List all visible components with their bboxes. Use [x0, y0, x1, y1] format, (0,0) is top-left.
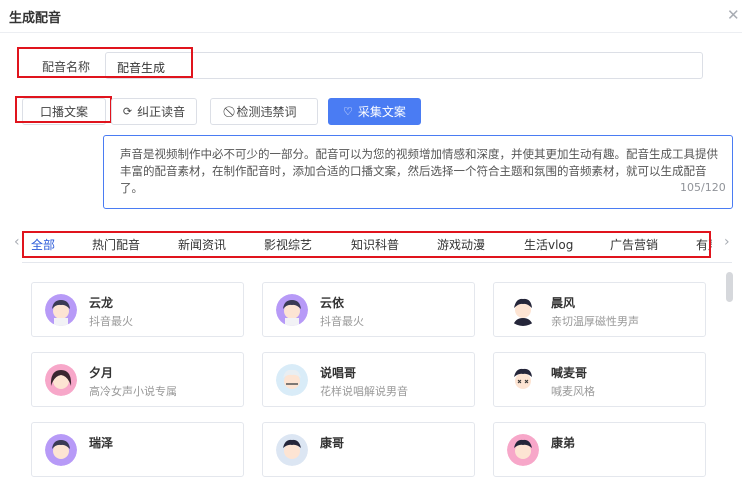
voice-name: 晨风 [551, 296, 576, 310]
refresh-icon: ⟳ [122, 105, 133, 118]
script-text: 声音是视频制作中必不可少的一部分。配音可以为您的视频增加情感和深度，并使其更加生… [120, 147, 718, 195]
avatar [507, 364, 539, 396]
tabs-right-arrow-icon[interactable]: › [724, 234, 730, 250]
heart-icon: ♡ [343, 105, 353, 118]
voice-desc: 花样说唱解说男音 [320, 385, 408, 398]
correct-pronunciation-button[interactable]: ⟳ 纠正读音 [111, 98, 197, 125]
voice-card[interactable]: 云依 抖音最火 [262, 282, 475, 337]
scrollbar[interactable] [726, 272, 733, 302]
avatar [276, 294, 308, 326]
voice-desc: 高冷女声小说专属 [89, 385, 177, 398]
detect-forbidden-label: 检测违禁词 [236, 105, 297, 119]
dialog-title: 生成配音 [9, 11, 62, 26]
avatar [507, 294, 539, 326]
tabs-left-arrow-icon[interactable]: ‹ [14, 234, 20, 250]
collect-script-button[interactable]: ♡ 采集文案 [328, 98, 421, 125]
avatar [276, 434, 308, 466]
detect-forbidden-button[interactable]: ⃠ 检测违禁词 [210, 98, 318, 125]
highlight-box-name [17, 47, 193, 78]
collect-script-label: 采集文案 [357, 105, 406, 119]
highlight-box-script [15, 96, 112, 123]
voice-name: 瑞泽 [89, 436, 114, 450]
voice-card[interactable]: 康哥 [262, 422, 475, 477]
voice-name: 康弟 [551, 436, 576, 450]
correct-pronunciation-label: 纠正读音 [137, 105, 186, 119]
voice-desc: 抖音最火 [89, 315, 133, 328]
voice-card[interactable]: 云龙 抖音最火 [31, 282, 244, 337]
voice-name: 云依 [320, 296, 345, 310]
voice-desc: 亲切温厚磁性男声 [551, 315, 639, 328]
avatar [45, 364, 77, 396]
voice-card[interactable]: 晨风 亲切温厚磁性男声 [493, 282, 706, 337]
voice-name: 喊麦哥 [551, 366, 588, 380]
dialog-header: 生成配音 ✕ [0, 0, 742, 33]
voice-name-input[interactable] [105, 52, 703, 79]
avatar [276, 364, 308, 396]
voice-card[interactable]: 康弟 [493, 422, 706, 477]
tabs-divider [22, 262, 732, 263]
highlight-box-tabs [22, 231, 711, 258]
voice-card[interactable]: 夕月 高冷女声小说专属 [31, 352, 244, 407]
char-counter: 105/120 [680, 181, 726, 194]
voice-desc: 喊麦风格 [551, 385, 595, 398]
close-icon[interactable]: ✕ [727, 6, 740, 24]
voice-card[interactable]: 瑞泽 [31, 422, 244, 477]
voice-name: 夕月 [89, 366, 114, 380]
avatar [45, 294, 77, 326]
voice-name: 康哥 [320, 436, 345, 450]
voice-card[interactable]: 说唱哥 花样说唱解说男音 [262, 352, 475, 407]
voice-card[interactable]: 喊麦哥 喊麦风格 [493, 352, 706, 407]
voice-desc: 抖音最火 [320, 315, 364, 328]
voice-name: 云龙 [89, 296, 114, 310]
avatar [45, 434, 77, 466]
voice-name: 说唱哥 [320, 366, 357, 380]
avatar [507, 434, 539, 466]
